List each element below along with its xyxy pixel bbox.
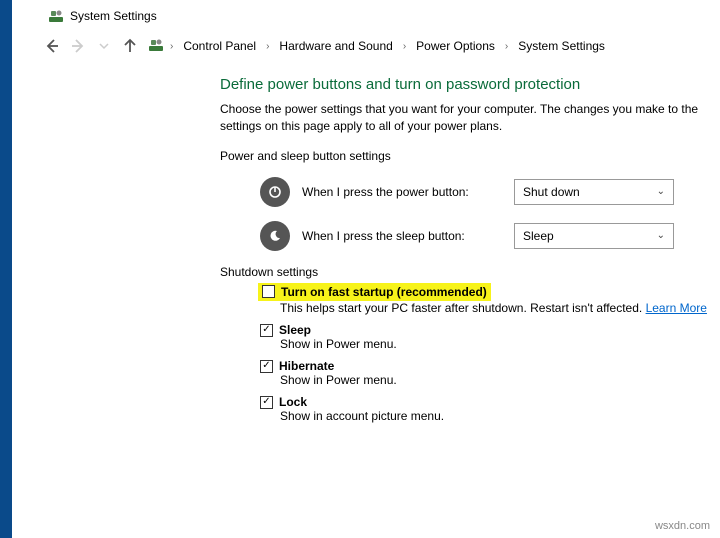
- fast-startup-label: Turn on fast startup (recommended): [281, 285, 487, 299]
- left-accent-bar: [0, 0, 12, 538]
- watermark: wsxdn.com: [655, 520, 710, 532]
- back-button[interactable]: [40, 34, 64, 58]
- sleep-icon: [260, 221, 290, 251]
- chevron-right-icon: ›: [168, 41, 175, 52]
- lock-desc: Show in account picture menu.: [280, 409, 710, 423]
- sleep-checkbox[interactable]: ✓: [260, 324, 273, 337]
- window-title-bar: System Settings: [0, 0, 720, 30]
- lock-checkbox[interactable]: ✓: [260, 396, 273, 409]
- page-description: Choose the power settings that you want …: [220, 101, 710, 135]
- chevron-right-icon: ›: [401, 41, 408, 52]
- fast-startup-row: Turn on fast startup (recommended) This …: [260, 285, 710, 316]
- chevron-down-icon: ⌄: [657, 186, 665, 197]
- system-settings-icon: [48, 8, 64, 24]
- sleep-button-label: When I press the sleep button:: [302, 229, 502, 243]
- sleep-button-value: Sleep: [523, 229, 554, 243]
- control-panel-icon: [148, 37, 164, 56]
- lock-label: Lock: [279, 395, 307, 409]
- sleep-button-select[interactable]: Sleep ⌄: [514, 223, 674, 249]
- learn-more-link[interactable]: Learn More: [646, 301, 707, 315]
- power-button-select[interactable]: Shut down ⌄: [514, 179, 674, 205]
- nav-bar: › Control Panel › Hardware and Sound › P…: [0, 30, 720, 68]
- power-icon: [260, 177, 290, 207]
- fast-startup-checkbox[interactable]: [262, 285, 275, 298]
- power-button-row: When I press the power button: Shut down…: [260, 177, 710, 207]
- sleep-button-row: When I press the sleep button: Sleep ⌄: [260, 221, 710, 251]
- breadcrumb-control-panel[interactable]: Control Panel: [179, 37, 260, 55]
- hibernate-label: Hibernate: [279, 359, 334, 373]
- fast-startup-desc: This helps start your PC faster after sh…: [280, 301, 710, 315]
- up-button[interactable]: [118, 34, 142, 58]
- power-button-value: Shut down: [523, 185, 580, 199]
- section-shutdown-header: Shutdown settings: [220, 265, 710, 279]
- breadcrumb-hardware-sound[interactable]: Hardware and Sound: [275, 37, 396, 55]
- lock-row: ✓ Lock Show in account picture menu.: [260, 395, 710, 423]
- forward-button[interactable]: [66, 34, 90, 58]
- hibernate-desc: Show in Power menu.: [280, 373, 710, 387]
- breadcrumb-power-options[interactable]: Power Options: [412, 37, 499, 55]
- breadcrumb-system-settings[interactable]: System Settings: [514, 37, 609, 55]
- sleep-row: ✓ Sleep Show in Power menu.: [260, 323, 710, 351]
- hibernate-checkbox[interactable]: ✓: [260, 360, 273, 373]
- section-power-sleep-header: Power and sleep button settings: [220, 149, 710, 163]
- recent-dropdown[interactable]: [92, 34, 116, 58]
- hibernate-row: ✓ Hibernate Show in Power menu.: [260, 359, 710, 387]
- window-title-text: System Settings: [70, 9, 157, 23]
- page-title: Define power buttons and turn on passwor…: [220, 76, 710, 93]
- sleep-desc: Show in Power menu.: [280, 337, 710, 351]
- breadcrumb: › Control Panel › Hardware and Sound › P…: [148, 37, 609, 56]
- shutdown-settings-list: Turn on fast startup (recommended) This …: [260, 285, 710, 424]
- power-button-label: When I press the power button:: [302, 185, 502, 199]
- chevron-right-icon: ›: [503, 41, 510, 52]
- chevron-down-icon: ⌄: [657, 230, 665, 241]
- chevron-right-icon: ›: [264, 41, 271, 52]
- main-content: Define power buttons and turn on passwor…: [220, 68, 720, 423]
- sleep-label: Sleep: [279, 323, 311, 337]
